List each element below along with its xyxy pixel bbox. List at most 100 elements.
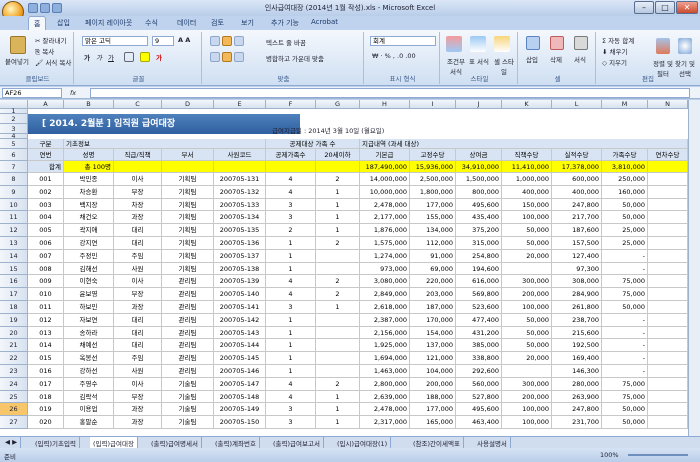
data-cell[interactable]: 관리팀: [162, 365, 214, 378]
data-cell[interactable]: 채건오: [64, 211, 114, 225]
data-cell[interactable]: 003: [28, 198, 64, 212]
column-title[interactable]: 사원코드: [214, 149, 266, 161]
total-cell[interactable]: 총 100명: [64, 161, 114, 173]
border-icon[interactable]: [124, 52, 134, 62]
tab-8[interactable]: Acrobat: [306, 16, 343, 30]
row-header[interactable]: 23: [0, 365, 28, 378]
data-cell[interactable]: 263,900: [552, 390, 602, 404]
data-cell[interactable]: 200705-131: [214, 173, 266, 186]
col-header-L[interactable]: L: [552, 100, 602, 109]
wrap-text-button[interactable]: 텍스트 줄 바꿈: [266, 37, 306, 47]
data-cell[interactable]: 238,700: [552, 313, 602, 327]
data-cell[interactable]: 200705-147: [214, 377, 266, 391]
data-cell[interactable]: 부장: [114, 288, 162, 301]
paste-button[interactable]: 붙여넣기: [5, 56, 29, 66]
data-cell[interactable]: 1: [266, 249, 316, 263]
data-cell[interactable]: 강하선: [64, 365, 114, 378]
data-cell[interactable]: -: [602, 326, 648, 340]
data-cell[interactable]: 1,463,000: [360, 365, 410, 378]
sheet-tab-7[interactable]: 사용설명서: [474, 437, 511, 448]
data-cell[interactable]: 200,000: [502, 390, 552, 404]
data-cell[interactable]: 2: [316, 288, 360, 301]
name-box[interactable]: AF26: [2, 88, 62, 98]
data-cell[interactable]: 137,000: [410, 339, 456, 353]
data-cell[interactable]: -: [602, 365, 648, 378]
align-top-icon[interactable]: [210, 36, 220, 46]
data-cell[interactable]: 기술팀: [162, 416, 214, 429]
data-cell[interactable]: 기획팀: [162, 249, 214, 263]
data-cell[interactable]: 주임: [114, 249, 162, 263]
row-header[interactable]: 12: [0, 224, 28, 237]
row-header[interactable]: 17: [0, 288, 28, 301]
data-cell[interactable]: 200705-136: [214, 237, 266, 250]
data-cell[interactable]: 2: [316, 173, 360, 186]
data-cell[interactable]: 2,849,000: [360, 288, 410, 301]
data-cell[interactable]: 1: [266, 326, 316, 340]
data-cell[interactable]: [648, 390, 688, 404]
group-pay[interactable]: 지급내역 (과세 대상): [360, 139, 688, 149]
row-header[interactable]: 16: [0, 275, 28, 289]
copy-button[interactable]: ⎘ 복사: [35, 46, 54, 57]
data-cell[interactable]: 523,600: [456, 301, 502, 314]
total-cell[interactable]: 11,410,000: [502, 161, 552, 173]
data-cell[interactable]: 이용업: [64, 403, 114, 417]
data-cell[interactable]: 100,000: [502, 403, 552, 417]
data-cell[interactable]: 1: [316, 390, 360, 404]
data-cell[interactable]: 308,000: [552, 275, 602, 289]
data-cell[interactable]: [648, 403, 688, 417]
total-cell[interactable]: [316, 161, 360, 173]
data-cell[interactable]: 016: [28, 365, 64, 378]
row-header[interactable]: 24: [0, 377, 28, 391]
font-size-select[interactable]: 9: [152, 36, 174, 46]
data-cell[interactable]: 50,000: [602, 211, 648, 225]
column-title[interactable]: 직책수당: [502, 149, 552, 161]
data-cell[interactable]: 50,000: [502, 313, 552, 327]
data-cell[interactable]: 1: [316, 416, 360, 429]
data-cell[interactable]: [648, 262, 688, 276]
column-title[interactable]: 가족수당: [602, 149, 648, 161]
data-cell[interactable]: 2,800,000: [360, 377, 410, 391]
data-cell[interactable]: 002: [28, 185, 64, 199]
data-cell[interactable]: 14,000,000: [360, 173, 410, 186]
data-cell[interactable]: 자보연: [64, 313, 114, 327]
data-cell[interactable]: 송하라: [64, 326, 114, 340]
row-header[interactable]: 22: [0, 352, 28, 365]
data-cell[interactable]: -: [602, 313, 648, 327]
data-cell[interactable]: 2,317,000: [360, 416, 410, 429]
data-cell[interactable]: 1: [266, 237, 316, 250]
data-cell[interactable]: 001: [28, 173, 64, 186]
data-cell[interactable]: 75,000: [602, 288, 648, 301]
data-cell[interactable]: 2,177,000: [360, 211, 410, 225]
col-header-F[interactable]: F: [266, 100, 316, 109]
data-cell[interactable]: [502, 262, 552, 276]
data-cell[interactable]: 대리: [114, 326, 162, 340]
data-cell[interactable]: 4: [266, 377, 316, 391]
data-cell[interactable]: 400,000: [502, 185, 552, 199]
row-header[interactable]: 11: [0, 211, 28, 225]
data-cell[interactable]: 104,000: [410, 365, 456, 378]
data-cell[interactable]: 기획팀: [162, 224, 214, 237]
column-title[interactable]: 부서: [162, 149, 214, 161]
data-cell[interactable]: 하보민: [64, 301, 114, 314]
data-cell[interactable]: 215,600: [552, 326, 602, 340]
row-header[interactable]: 6: [0, 149, 28, 161]
data-cell[interactable]: 170,000: [410, 313, 456, 327]
data-cell[interactable]: 1,694,000: [360, 352, 410, 365]
sheet-tab-1[interactable]: (입력)급여대장: [90, 437, 138, 448]
data-cell[interactable]: 200705-134: [214, 211, 266, 225]
font-name-select[interactable]: 맑은 고딕: [82, 36, 148, 46]
data-cell[interactable]: 1: [316, 185, 360, 199]
data-cell[interactable]: [502, 365, 552, 378]
data-cell[interactable]: 관리팀: [162, 352, 214, 365]
data-cell[interactable]: 005: [28, 224, 64, 237]
align-left-icon[interactable]: [210, 52, 220, 62]
format-painter-button[interactable]: 🖌 서식 복사: [35, 57, 71, 67]
data-cell[interactable]: 203,000: [410, 288, 456, 301]
data-cell[interactable]: 013: [28, 326, 64, 340]
data-cell[interactable]: 261,800: [552, 301, 602, 314]
data-cell[interactable]: [316, 326, 360, 340]
data-cell[interactable]: 2,156,000: [360, 326, 410, 340]
data-cell[interactable]: 973,000: [360, 262, 410, 276]
data-cell[interactable]: 112,000: [410, 237, 456, 250]
data-cell[interactable]: 220,000: [410, 275, 456, 289]
